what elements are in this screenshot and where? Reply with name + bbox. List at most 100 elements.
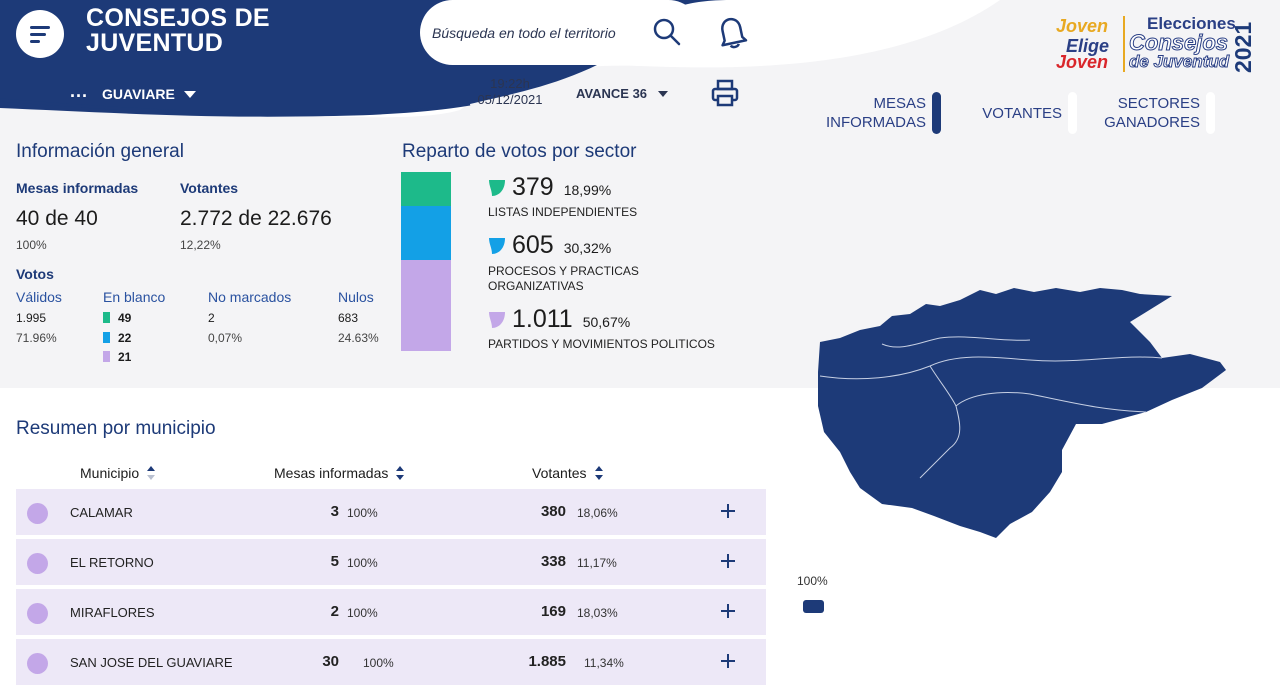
sort-icon xyxy=(396,466,405,480)
sector-bar-segment xyxy=(401,205,451,261)
table-row[interactable]: CALAMAR 3 100% 380 18,06% xyxy=(16,489,766,535)
validos-pct: 71.96% xyxy=(16,331,57,345)
avance-label: AVANCE 36 xyxy=(576,86,648,101)
sector-pct: 18,99% xyxy=(563,182,612,198)
logo-text: Joven xyxy=(1056,16,1109,36)
tab-indicator xyxy=(932,92,941,134)
column-header-mesas[interactable]: Mesas informadas xyxy=(274,465,405,481)
no-marcados-label: No marcados xyxy=(208,289,292,305)
menu-button[interactable] xyxy=(16,10,64,58)
votantes-count: 1.885 xyxy=(528,653,566,670)
purple-square-icon xyxy=(103,351,110,362)
info-general-title: Información general xyxy=(16,141,184,162)
search-box[interactable] xyxy=(420,0,701,65)
municipio-color-dot xyxy=(27,553,48,574)
blue-square-icon xyxy=(103,332,110,343)
mesas-pct: 100% xyxy=(16,238,47,252)
blue-leaf-icon xyxy=(489,238,505,254)
mesas-count: 5 xyxy=(330,553,339,570)
expand-plus-icon[interactable] xyxy=(718,651,738,671)
en-blanco-row: 21 xyxy=(103,350,131,364)
tab-indicator xyxy=(1206,92,1215,134)
votantes-pct: 18,03% xyxy=(577,606,618,620)
en-blanco-value: 49 xyxy=(118,311,132,325)
search-icon[interactable] xyxy=(653,18,681,46)
en-blanco-label: En blanco xyxy=(103,289,166,305)
votantes-count: 169 xyxy=(540,603,566,620)
municipio-name: EL RETORNO xyxy=(70,555,154,570)
search-input[interactable] xyxy=(432,24,642,41)
more-dots[interactable]: ... xyxy=(70,82,88,100)
view-tabs: MESAS INFORMADAS VOTANTES SECTORES GANAD… xyxy=(810,92,1215,134)
green-leaf-icon xyxy=(489,180,505,196)
votos-label: Votos xyxy=(16,266,54,282)
logo-text: Joven xyxy=(1056,52,1109,72)
table-row[interactable]: EL RETORNO 5 100% 338 11,17% xyxy=(16,539,766,585)
municipio-color-dot xyxy=(27,653,48,674)
votantes-count: 380 xyxy=(540,503,566,520)
guaviare-map[interactable] xyxy=(800,282,1240,544)
expand-plus-icon[interactable] xyxy=(718,501,738,521)
mesas-count: 30 xyxy=(322,653,339,670)
sector-votes: 379 xyxy=(512,173,554,201)
tab-votantes[interactable]: VOTANTES xyxy=(941,92,1077,134)
sector-stacked-bar xyxy=(401,172,451,351)
expand-plus-icon[interactable] xyxy=(718,601,738,621)
logo-year: 2021 xyxy=(1230,22,1256,73)
en-blanco-row: 22 xyxy=(103,331,131,345)
municipio-name: SAN JOSE DEL GUAVIARE xyxy=(70,655,233,670)
tab-label: VOTANTES xyxy=(982,104,1062,122)
region-selector[interactable]: ... GUAVIARE xyxy=(70,82,196,102)
avance-selector[interactable]: AVANCE 36 xyxy=(576,86,669,101)
table-row[interactable]: MIRAFLORES 2 100% 169 18,03% xyxy=(16,589,766,635)
app-title: CONSEJOS DE JUVENTUD xyxy=(86,4,270,57)
update-time: 19:22h xyxy=(490,76,530,91)
map-legend-pct: 100% xyxy=(797,574,828,588)
mesas-pct: 100% xyxy=(363,656,394,670)
municipio-name: MIRAFLORES xyxy=(70,605,155,620)
en-blanco-value: 21 xyxy=(118,350,132,364)
nulos-label: Nulos xyxy=(338,289,374,305)
last-update: 19:22h 05/12/2021 xyxy=(470,76,550,108)
caret-down-icon xyxy=(183,90,196,98)
no-marcados-value: 2 xyxy=(208,311,215,325)
votantes-label: Votantes xyxy=(180,180,239,196)
tab-label: MESAS INFORMADAS xyxy=(826,95,927,131)
elecciones-logo: Joven Elige Joven Elecciones Consejos de… xyxy=(1053,14,1263,76)
menu-icon xyxy=(30,26,50,43)
region-label: GUAVIARE xyxy=(102,86,175,102)
tab-mesas-informadas[interactable]: MESAS INFORMADAS xyxy=(810,92,941,134)
bell-icon[interactable] xyxy=(716,14,748,50)
votantes-pct: 11,34% xyxy=(584,656,624,670)
nulos-pct: 24.63% xyxy=(338,331,379,345)
sector-2-votes: 605 30,32% xyxy=(512,231,611,260)
tab-sectores-ganadores[interactable]: SECTORES GANADORES xyxy=(1077,92,1215,134)
column-header-votantes[interactable]: Votantes xyxy=(532,465,604,481)
table-row[interactable]: SAN JOSE DEL GUAVIARE 30 100% 1.885 11,3… xyxy=(16,639,766,685)
sector-votes: 605 xyxy=(512,231,554,259)
votantes-value: 2.772 de 22.676 xyxy=(180,207,332,230)
sector-2-name: PROCESOS Y PRACTICAS ORGANIZATIVAS xyxy=(488,264,639,293)
votantes-pct: 11,17% xyxy=(577,556,617,570)
votantes-pct: 12,22% xyxy=(180,238,221,252)
expand-plus-icon[interactable] xyxy=(718,551,738,571)
mesas-count: 3 xyxy=(330,503,339,520)
column-header-municipio[interactable]: Municipio xyxy=(80,465,156,481)
logo-text: de Juventud xyxy=(1128,52,1230,72)
sector-pct: 30,32% xyxy=(563,240,612,256)
sector-bar-segment xyxy=(401,260,451,351)
sector-1-votes: 379 18,99% xyxy=(512,173,611,202)
update-date: 05/12/2021 xyxy=(477,92,543,107)
printer-icon[interactable] xyxy=(710,78,740,108)
sector-1-name: LISTAS INDEPENDIENTES xyxy=(488,205,638,219)
mesas-pct: 100% xyxy=(347,556,378,570)
en-blanco-row: 49 xyxy=(103,311,131,325)
resumen-title: Resumen por municipio xyxy=(16,418,216,439)
logo-divider xyxy=(1123,16,1125,72)
validos-value: 1.995 xyxy=(16,311,47,325)
sector-3-votes: 1.011 50,67% xyxy=(512,305,630,334)
column-header-label: Municipio xyxy=(80,465,140,481)
caret-down-icon xyxy=(658,90,669,97)
mesas-value: 40 de 40 xyxy=(16,207,98,230)
reparto-title: Reparto de votos por sector xyxy=(402,141,637,162)
